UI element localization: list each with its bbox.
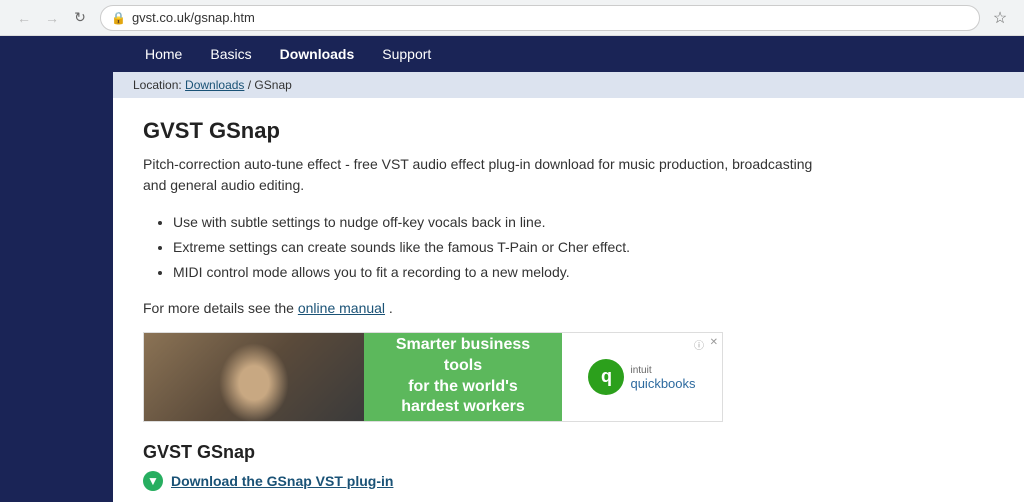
quickbooks-logo: q intuit quickbooks (588, 359, 695, 395)
nav-support[interactable]: Support (370, 38, 443, 70)
nav-basics[interactable]: Basics (198, 38, 263, 70)
list-item: Use with subtle settings to nudge off-ke… (173, 210, 994, 235)
manual-text: For more details see the online manual . (143, 300, 994, 316)
address-bar[interactable]: 🔒 gvst.co.uk/gsnap.htm (100, 5, 980, 31)
download-gsnap-link[interactable]: Download the GSnap VST plug-in (171, 473, 393, 489)
ad-middle-text: Smarter business toolsfor the world's ha… (384, 335, 542, 418)
ad-person-image (219, 343, 289, 422)
ad-right: ⓘ ✕ q intuit quickbooks (562, 333, 722, 421)
list-item: MIDI control mode allows you to fit a re… (173, 260, 994, 285)
nav-home[interactable]: Home (133, 38, 194, 70)
download-link-row: ▼ Download the GSnap VST plug-in (143, 471, 994, 491)
ad-photo (144, 333, 364, 422)
manual-link[interactable]: online manual (298, 300, 385, 316)
ad-close-button[interactable]: ✕ (710, 337, 718, 348)
page-title: GVST GSnap (143, 118, 994, 144)
download-icon: ▼ (143, 471, 163, 491)
forward-button[interactable]: → (40, 6, 64, 30)
breadcrumb-bar: Location: Downloads / GSnap (113, 72, 1024, 98)
url-text: gvst.co.uk/gsnap.htm (132, 10, 969, 25)
download-arrow-icon: ▼ (147, 475, 159, 487)
nav-downloads[interactable]: Downloads (268, 38, 367, 70)
list-item: Extreme settings can create sounds like … (173, 235, 994, 260)
lock-icon: 🔒 (111, 11, 126, 25)
nav-buttons: ← → ↻ (12, 6, 92, 30)
manual-suffix: . (389, 300, 393, 316)
nav-bar: Home Basics Downloads Support (113, 36, 1024, 72)
qb-brand-label: intuit (630, 365, 695, 376)
ad-info-button[interactable]: ⓘ (694, 337, 704, 352)
qb-text-area: intuit quickbooks (630, 363, 695, 391)
refresh-button[interactable]: ↻ (68, 6, 92, 30)
qb-icon: q (588, 359, 624, 395)
bookmark-button[interactable]: ☆ (988, 6, 1012, 30)
page-description: Pitch-correction auto-tune effect - free… (143, 154, 823, 196)
ad-banner: Smarter business toolsfor the world's ha… (143, 332, 723, 422)
content-area: GVST GSnap Pitch-correction auto-tune ef… (113, 98, 1024, 502)
manual-prefix: For more details see the (143, 300, 294, 316)
breadcrumb-prefix: Location: (133, 78, 182, 92)
breadcrumb-separator: / GSnap (248, 78, 292, 92)
download-section-title: GVST GSnap (143, 442, 994, 463)
qb-product-label: quickbooks (630, 376, 695, 391)
back-button[interactable]: ← (12, 6, 36, 30)
left-sidebar (0, 36, 113, 502)
page-layout: Home Basics Downloads Support Location: … (0, 36, 1024, 502)
feature-list: Use with subtle settings to nudge off-ke… (173, 210, 994, 286)
breadcrumb-downloads-link[interactable]: Downloads (185, 78, 244, 92)
main-area: Home Basics Downloads Support Location: … (113, 36, 1024, 502)
browser-chrome: ← → ↻ 🔒 gvst.co.uk/gsnap.htm ☆ (0, 0, 1024, 36)
ad-middle: Smarter business toolsfor the world's ha… (364, 333, 562, 421)
